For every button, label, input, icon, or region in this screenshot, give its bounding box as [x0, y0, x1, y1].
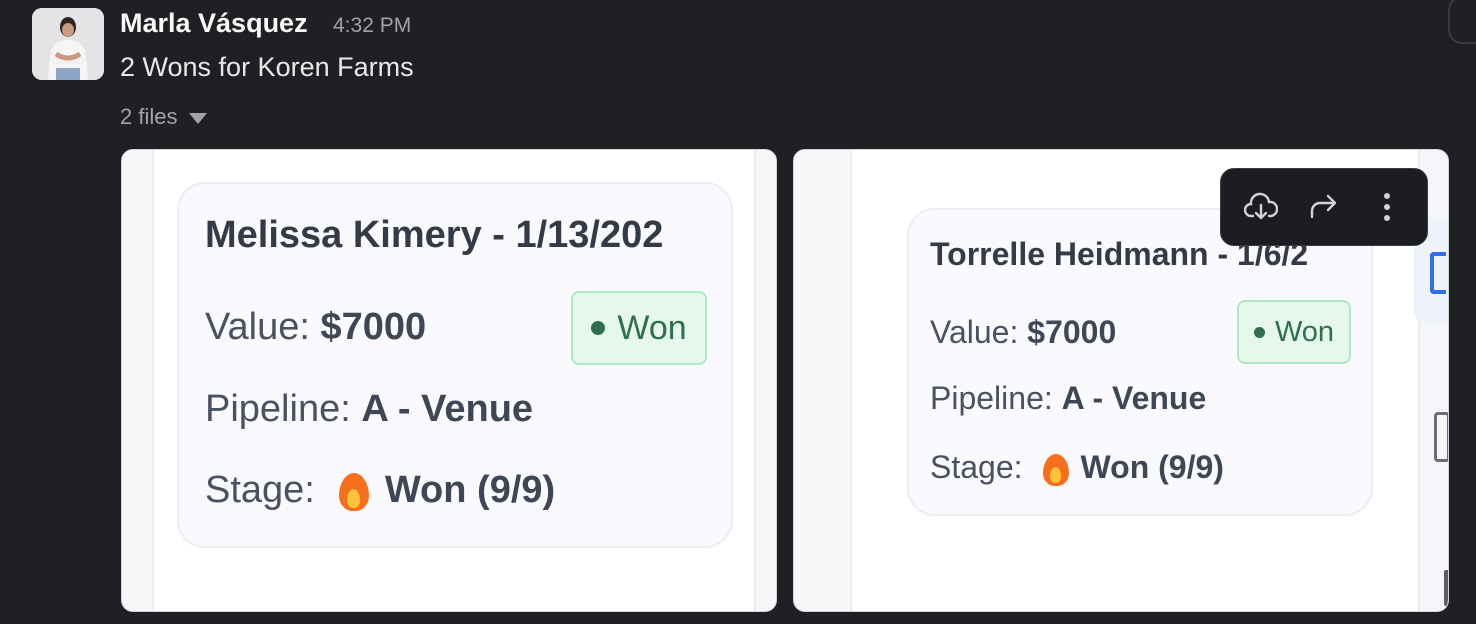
image-side-panel	[754, 150, 776, 611]
user-avatar[interactable]	[32, 8, 104, 80]
image-side-panel	[122, 150, 154, 611]
author-name[interactable]: Marla Vásquez	[120, 8, 308, 39]
deal-card: Melissa Kimery - 1/13/202 Value: $7000 W…	[177, 182, 733, 548]
share-button[interactable]	[1302, 185, 1346, 229]
caret-down-icon	[189, 112, 208, 124]
pipeline-value: A - Venue	[361, 388, 534, 430]
value-label: Value:	[930, 314, 1019, 350]
file-actions-toolbar	[1220, 168, 1428, 246]
more-actions-button[interactable]	[1365, 185, 1409, 229]
files-count-label: 2 files	[120, 104, 178, 129]
files-toggle[interactable]: 2 files	[120, 104, 208, 130]
image-side-panel	[794, 150, 852, 611]
pipeline-label: Pipeline:	[205, 388, 351, 430]
fire-icon	[1042, 453, 1069, 486]
scroll-handle	[1434, 412, 1448, 462]
stage-label: Stage:	[205, 469, 315, 511]
share-icon	[1310, 194, 1337, 219]
stage-value: Won (9/9)	[384, 469, 556, 511]
deal-pipeline: Pipeline: A - Venue	[930, 380, 1206, 417]
value-amount: $7000	[320, 306, 427, 348]
stage-label: Stage:	[930, 449, 1023, 485]
deal-card: Torrelle Heidmann - 1/6/2 Value: $7000 W…	[907, 208, 1373, 516]
expand-icon	[1430, 252, 1446, 294]
status-label: Won	[1274, 315, 1335, 348]
value-label: Value:	[205, 306, 310, 348]
stage-value: Won (9/9)	[1080, 449, 1224, 485]
file-attachment-1[interactable]: Melissa Kimery - 1/13/202 Value: $7000 W…	[121, 149, 777, 612]
avatar-photo	[32, 8, 104, 80]
status-dot-icon	[591, 321, 606, 335]
adjacent-panel-edge	[1448, 0, 1476, 44]
deal-stage: Stage: Won (9/9)	[205, 469, 555, 512]
status-dot-icon	[1253, 326, 1265, 338]
fire-icon	[338, 472, 369, 511]
message-text: 2 Wons for Koren Farms	[120, 52, 414, 82]
download-button[interactable]	[1239, 185, 1283, 229]
pipeline-label: Pipeline:	[930, 380, 1053, 416]
more-vertical-icon	[1384, 193, 1391, 221]
status-label: Won	[617, 308, 687, 347]
deal-title: Melissa Kimery - 1/13/202	[205, 214, 664, 256]
status-badge: Won	[1237, 300, 1351, 364]
status-badge: Won	[571, 291, 707, 365]
message-timestamp[interactable]: 4:32 PM	[333, 14, 411, 38]
scroll-handle	[1444, 570, 1448, 606]
deal-value: Value: $7000	[930, 314, 1116, 351]
value-amount: $7000	[1027, 314, 1117, 350]
pipeline-value: A - Venue	[1061, 380, 1207, 416]
deal-stage: Stage: Won (9/9)	[930, 449, 1224, 486]
deal-value: Value: $7000	[205, 306, 426, 349]
deal-pipeline: Pipeline: A - Venue	[205, 388, 533, 431]
download-icon	[1243, 192, 1278, 220]
